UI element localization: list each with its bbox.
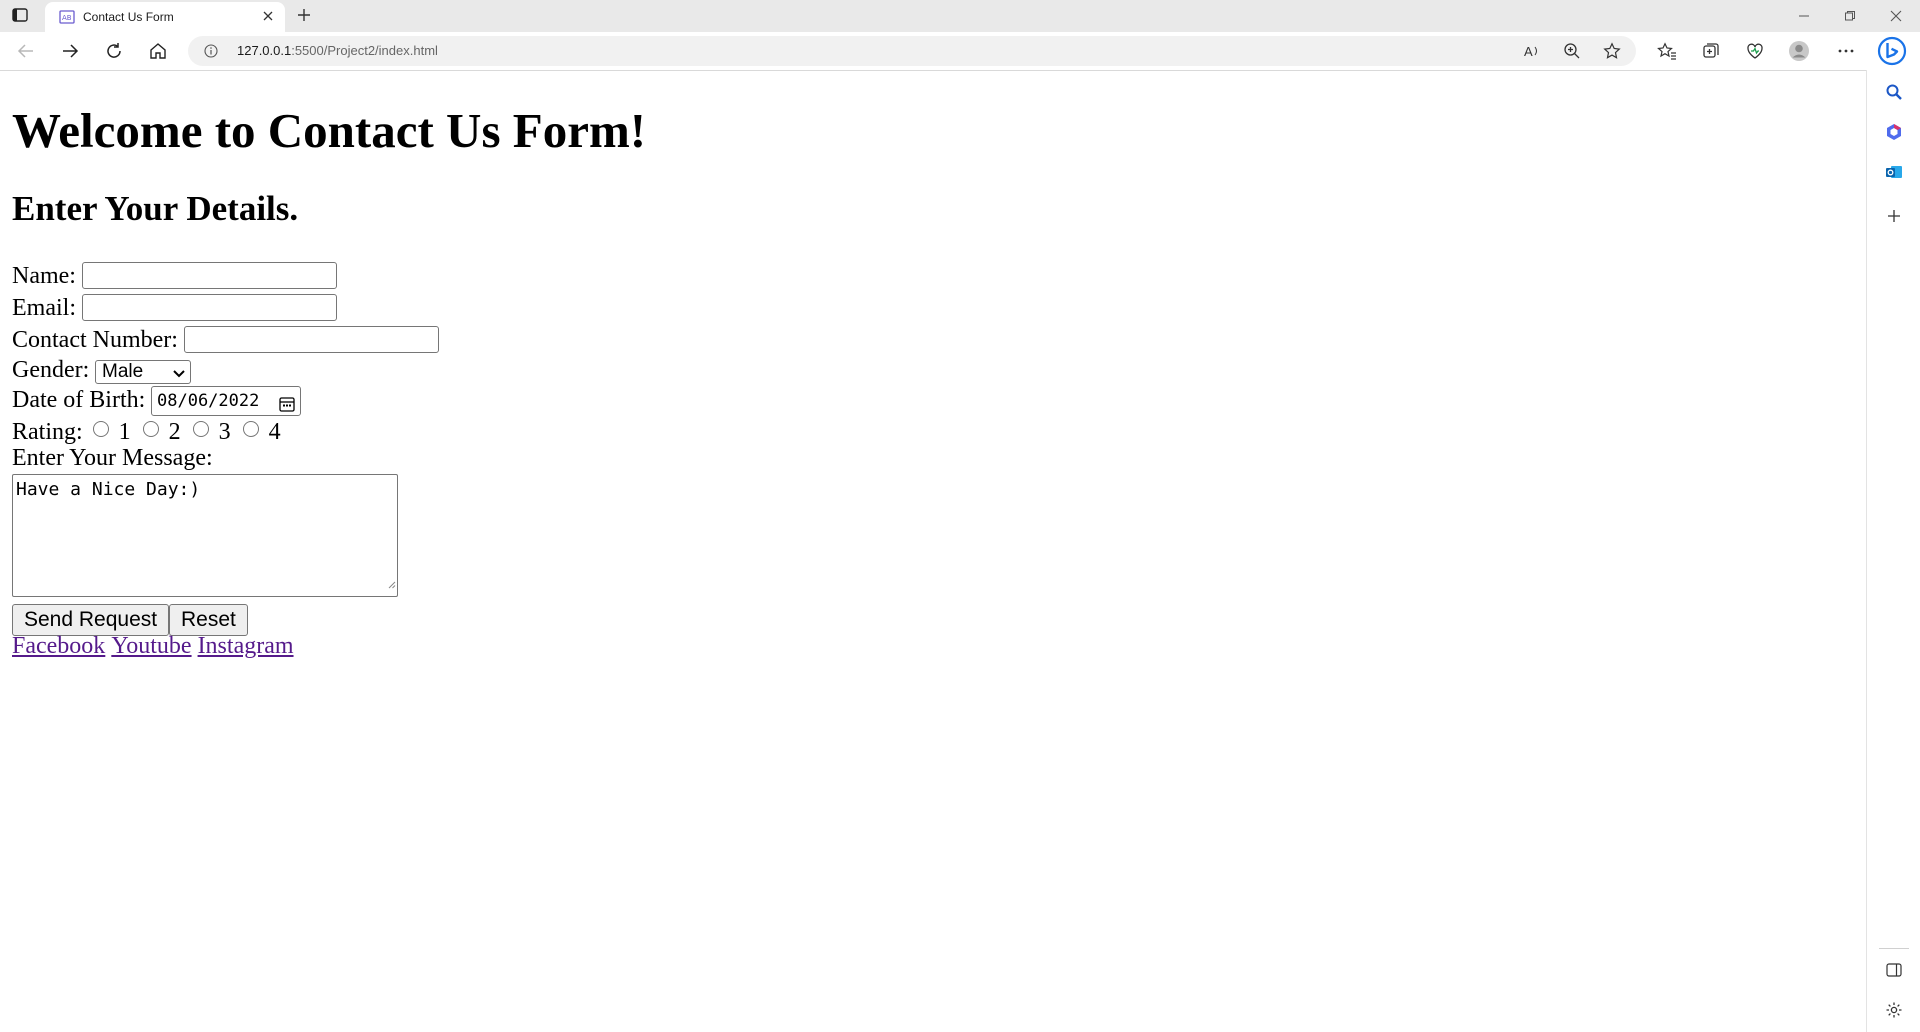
email-input[interactable]	[82, 294, 337, 321]
new-tab-icon[interactable]	[296, 7, 312, 23]
email-label: Email:	[12, 295, 76, 322]
sidebar-settings-gear-icon[interactable]	[1884, 1000, 1904, 1020]
url-path: :5500/Project2/index.html	[291, 43, 438, 58]
gender-row: Gender:	[12, 353, 89, 385]
active-tab[interactable]: AB Contact Us Form	[45, 2, 285, 32]
dob-date-input[interactable]: 08/06/2022	[151, 386, 301, 416]
more-menu-icon[interactable]	[1834, 39, 1858, 63]
page-favicon-icon: AB	[59, 10, 75, 24]
reset-button[interactable]: Reset	[169, 604, 248, 636]
browser-toolbar: 127.0.0.1:5500/Project2/index.html A	[0, 32, 1920, 71]
home-icon[interactable]	[146, 39, 170, 63]
browser-essentials-icon[interactable]	[1743, 39, 1767, 63]
page-subtitle: Enter Your Details.	[12, 189, 299, 228]
page-content: Welcome to Contact Us Form! Enter Your D…	[0, 71, 1866, 1032]
gender-label: Gender:	[12, 357, 90, 384]
name-label: Name:	[12, 263, 76, 290]
url-text: 127.0.0.1:5500/Project2/index.html	[237, 43, 438, 58]
rating-radio-4[interactable]	[242, 421, 259, 438]
tab-actions-icon[interactable]	[12, 8, 28, 22]
favorites-icon[interactable]	[1655, 39, 1679, 63]
chevron-down-icon	[172, 364, 186, 386]
profile-avatar-icon[interactable]	[1787, 39, 1811, 63]
address-bar[interactable]: 127.0.0.1:5500/Project2/index.html A	[188, 36, 1636, 66]
url-host: 127.0.0.1	[237, 43, 292, 58]
contact-number-input[interactable]	[184, 326, 439, 353]
facebook-link[interactable]: Facebook	[12, 633, 105, 659]
collections-icon[interactable]	[1699, 39, 1723, 63]
tab-title: Contact Us Form	[83, 10, 174, 24]
dob-row: Date of Birth:	[12, 383, 145, 415]
restore-icon[interactable]	[1827, 0, 1873, 32]
dob-label: Date of Birth:	[12, 387, 146, 414]
svg-text:AB: AB	[62, 14, 72, 22]
name-row: Name:	[12, 259, 76, 291]
rating-radio-3[interactable]	[192, 421, 209, 438]
zoom-icon[interactable]	[1562, 41, 1582, 61]
svg-text:A: A	[1524, 44, 1533, 59]
resize-grip-icon[interactable]	[388, 573, 396, 595]
page-title: Welcome to Contact Us Form!	[12, 103, 647, 158]
message-text: Have a Nice Day:)	[16, 479, 201, 500]
gender-select[interactable]: Male	[95, 360, 191, 384]
hide-sidebar-icon[interactable]	[1884, 960, 1904, 980]
rating-option-label: 3	[218, 419, 231, 446]
youtube-link[interactable]: Youtube	[111, 633, 191, 659]
rating-radio-2[interactable]	[142, 421, 159, 438]
favorite-star-icon[interactable]	[1602, 41, 1622, 61]
sidebar-outlook-icon[interactable]	[1884, 162, 1904, 182]
gender-selected-value: Male	[102, 361, 144, 382]
send-request-button[interactable]: Send Request	[12, 604, 170, 636]
site-info-icon[interactable]	[204, 44, 218, 58]
email-row: Email:	[12, 291, 76, 323]
bing-copilot-icon[interactable]	[1877, 36, 1907, 66]
rating-option-label: 4	[268, 419, 281, 446]
sidebar-office-icon[interactable]	[1884, 122, 1904, 142]
name-input[interactable]	[82, 262, 337, 289]
sidebar-search-icon[interactable]	[1884, 82, 1904, 102]
contact-row: Contact Number:	[12, 323, 178, 355]
back-icon[interactable]	[14, 39, 38, 63]
minimize-icon[interactable]	[1781, 0, 1827, 32]
tab-bar: AB Contact Us Form	[0, 0, 1920, 32]
sidebar-divider	[1879, 948, 1909, 949]
social-links: Facebook Youtube Instagram	[12, 633, 300, 663]
close-tab-icon[interactable]	[261, 9, 275, 23]
instagram-link[interactable]: Instagram	[198, 633, 294, 659]
edge-sidebar	[1866, 70, 1920, 1032]
read-aloud-icon[interactable]: A	[1522, 41, 1542, 61]
dob-value: 08/06/2022	[157, 391, 260, 411]
refresh-icon[interactable]	[102, 39, 126, 63]
message-label: Enter Your Message:	[12, 445, 213, 472]
sidebar-add-icon[interactable]	[1884, 206, 1904, 226]
contact-number-label: Contact Number:	[12, 327, 178, 354]
forward-icon[interactable]	[58, 39, 82, 63]
message-textarea[interactable]: Have a Nice Day:)	[12, 474, 398, 597]
message-row: Enter Your Message:	[12, 443, 213, 471]
close-window-icon[interactable]	[1873, 0, 1919, 32]
rating-radio-1[interactable]	[92, 421, 109, 438]
